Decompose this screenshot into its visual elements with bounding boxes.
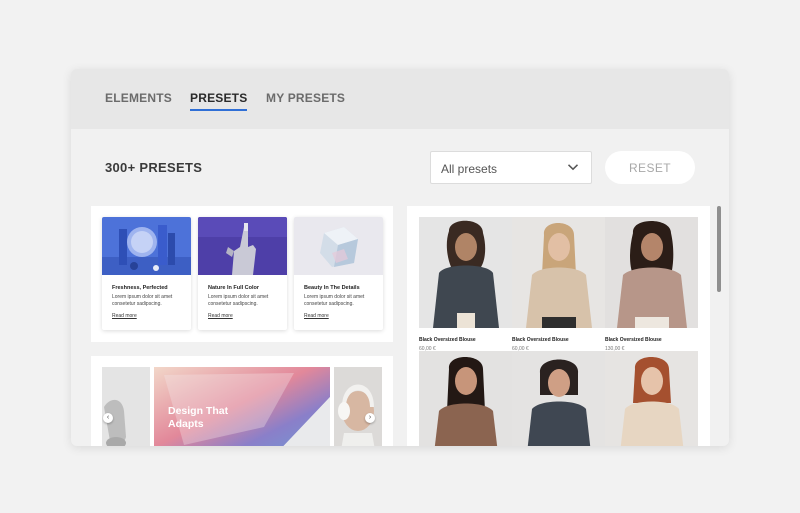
product-image: [512, 351, 605, 446]
product-card: [419, 351, 512, 446]
preset-card-slider[interactable]: Design That Adapts ‹ ›: [91, 356, 393, 446]
active-tab-indicator: [190, 109, 248, 111]
presets-filter-value: All presets: [441, 162, 498, 176]
feature-image-glass-cube: [294, 217, 383, 275]
product-image: [605, 217, 698, 328]
slider-next-arrow[interactable]: ›: [365, 413, 375, 423]
feature-title: Beauty In The Details: [304, 285, 360, 291]
tab-presets[interactable]: PRESETS: [190, 91, 248, 111]
feature-card: Freshness, Perfected Lorem ipsum dolor s…: [102, 217, 191, 330]
slider-prev-arrow[interactable]: ‹: [103, 413, 113, 423]
tab-elements[interactable]: ELEMENTS: [105, 91, 172, 105]
preset-card-product-grid[interactable]: Black Oversized Blouse 60,00 € Black Ove…: [407, 206, 710, 446]
read-more-link[interactable]: Read more: [112, 313, 137, 319]
product-image: [419, 217, 512, 328]
product-name: Black Oversized Blouse: [512, 337, 569, 343]
scrollbar-thumb[interactable]: [717, 206, 721, 292]
person-headphones-image: [334, 367, 382, 446]
feature-image-abstract: [102, 217, 191, 275]
feature-description: Lorem ipsum dolor sit amet consetetur sa…: [304, 294, 365, 307]
feature-description: Lorem ipsum dolor sit amet consetetur sa…: [112, 294, 173, 307]
tab-my-presets[interactable]: MY PRESETS: [266, 91, 345, 105]
feature-image-robot-hand: [198, 217, 287, 275]
reset-button[interactable]: RESET: [605, 151, 695, 184]
product-name: Black Oversized Blouse: [605, 337, 662, 343]
product-card: Black Oversized Blouse 60,00 €: [419, 217, 512, 352]
product-card: Black Oversized Blouse 130,00 €: [605, 217, 698, 352]
feature-title: Nature In Full Color: [208, 285, 260, 291]
preset-card-features[interactable]: Freshness, Perfected Lorem ipsum dolor s…: [91, 206, 393, 342]
slide-headphones-left: [102, 367, 150, 446]
presets-filter-select[interactable]: All presets: [430, 151, 592, 184]
product-image: [512, 217, 605, 328]
tab-bar: ELEMENTS PRESETS MY PRESETS: [71, 69, 729, 129]
presets-panel: ELEMENTS PRESETS MY PRESETS 300+ PRESETS…: [71, 69, 729, 446]
tab-elements-label: ELEMENTS: [105, 91, 172, 105]
chevron-down-icon: [567, 164, 579, 171]
feature-description: Lorem ipsum dolor sit amet consetetur sa…: [208, 294, 269, 307]
slide-headphones-right: [334, 367, 382, 446]
headphones-image: [104, 399, 126, 446]
feature-card: Nature In Full Color Lorem ipsum dolor s…: [198, 217, 287, 330]
presets-count: 300+ PRESETS: [105, 160, 203, 175]
product-image: [605, 351, 698, 446]
product-card: [512, 351, 605, 446]
feature-title: Freshness, Perfected: [112, 285, 168, 291]
read-more-link[interactable]: Read more: [304, 313, 329, 319]
product-name: Black Oversized Blouse: [419, 337, 476, 343]
product-card: Black Oversized Blouse 60,00 €: [512, 217, 605, 352]
image-slider: Design That Adapts ‹ ›: [102, 367, 382, 446]
feature-card: Beauty In The Details Lorem ipsum dolor …: [294, 217, 383, 330]
read-more-link[interactable]: Read more: [208, 313, 233, 319]
slide-main: Design That Adapts: [154, 367, 330, 446]
slide-caption: Design That Adapts: [168, 405, 229, 430]
tab-presets-label: PRESETS: [190, 91, 248, 105]
product-card: [605, 351, 698, 446]
tab-my-presets-label: MY PRESETS: [266, 91, 346, 105]
product-image: [419, 351, 512, 446]
